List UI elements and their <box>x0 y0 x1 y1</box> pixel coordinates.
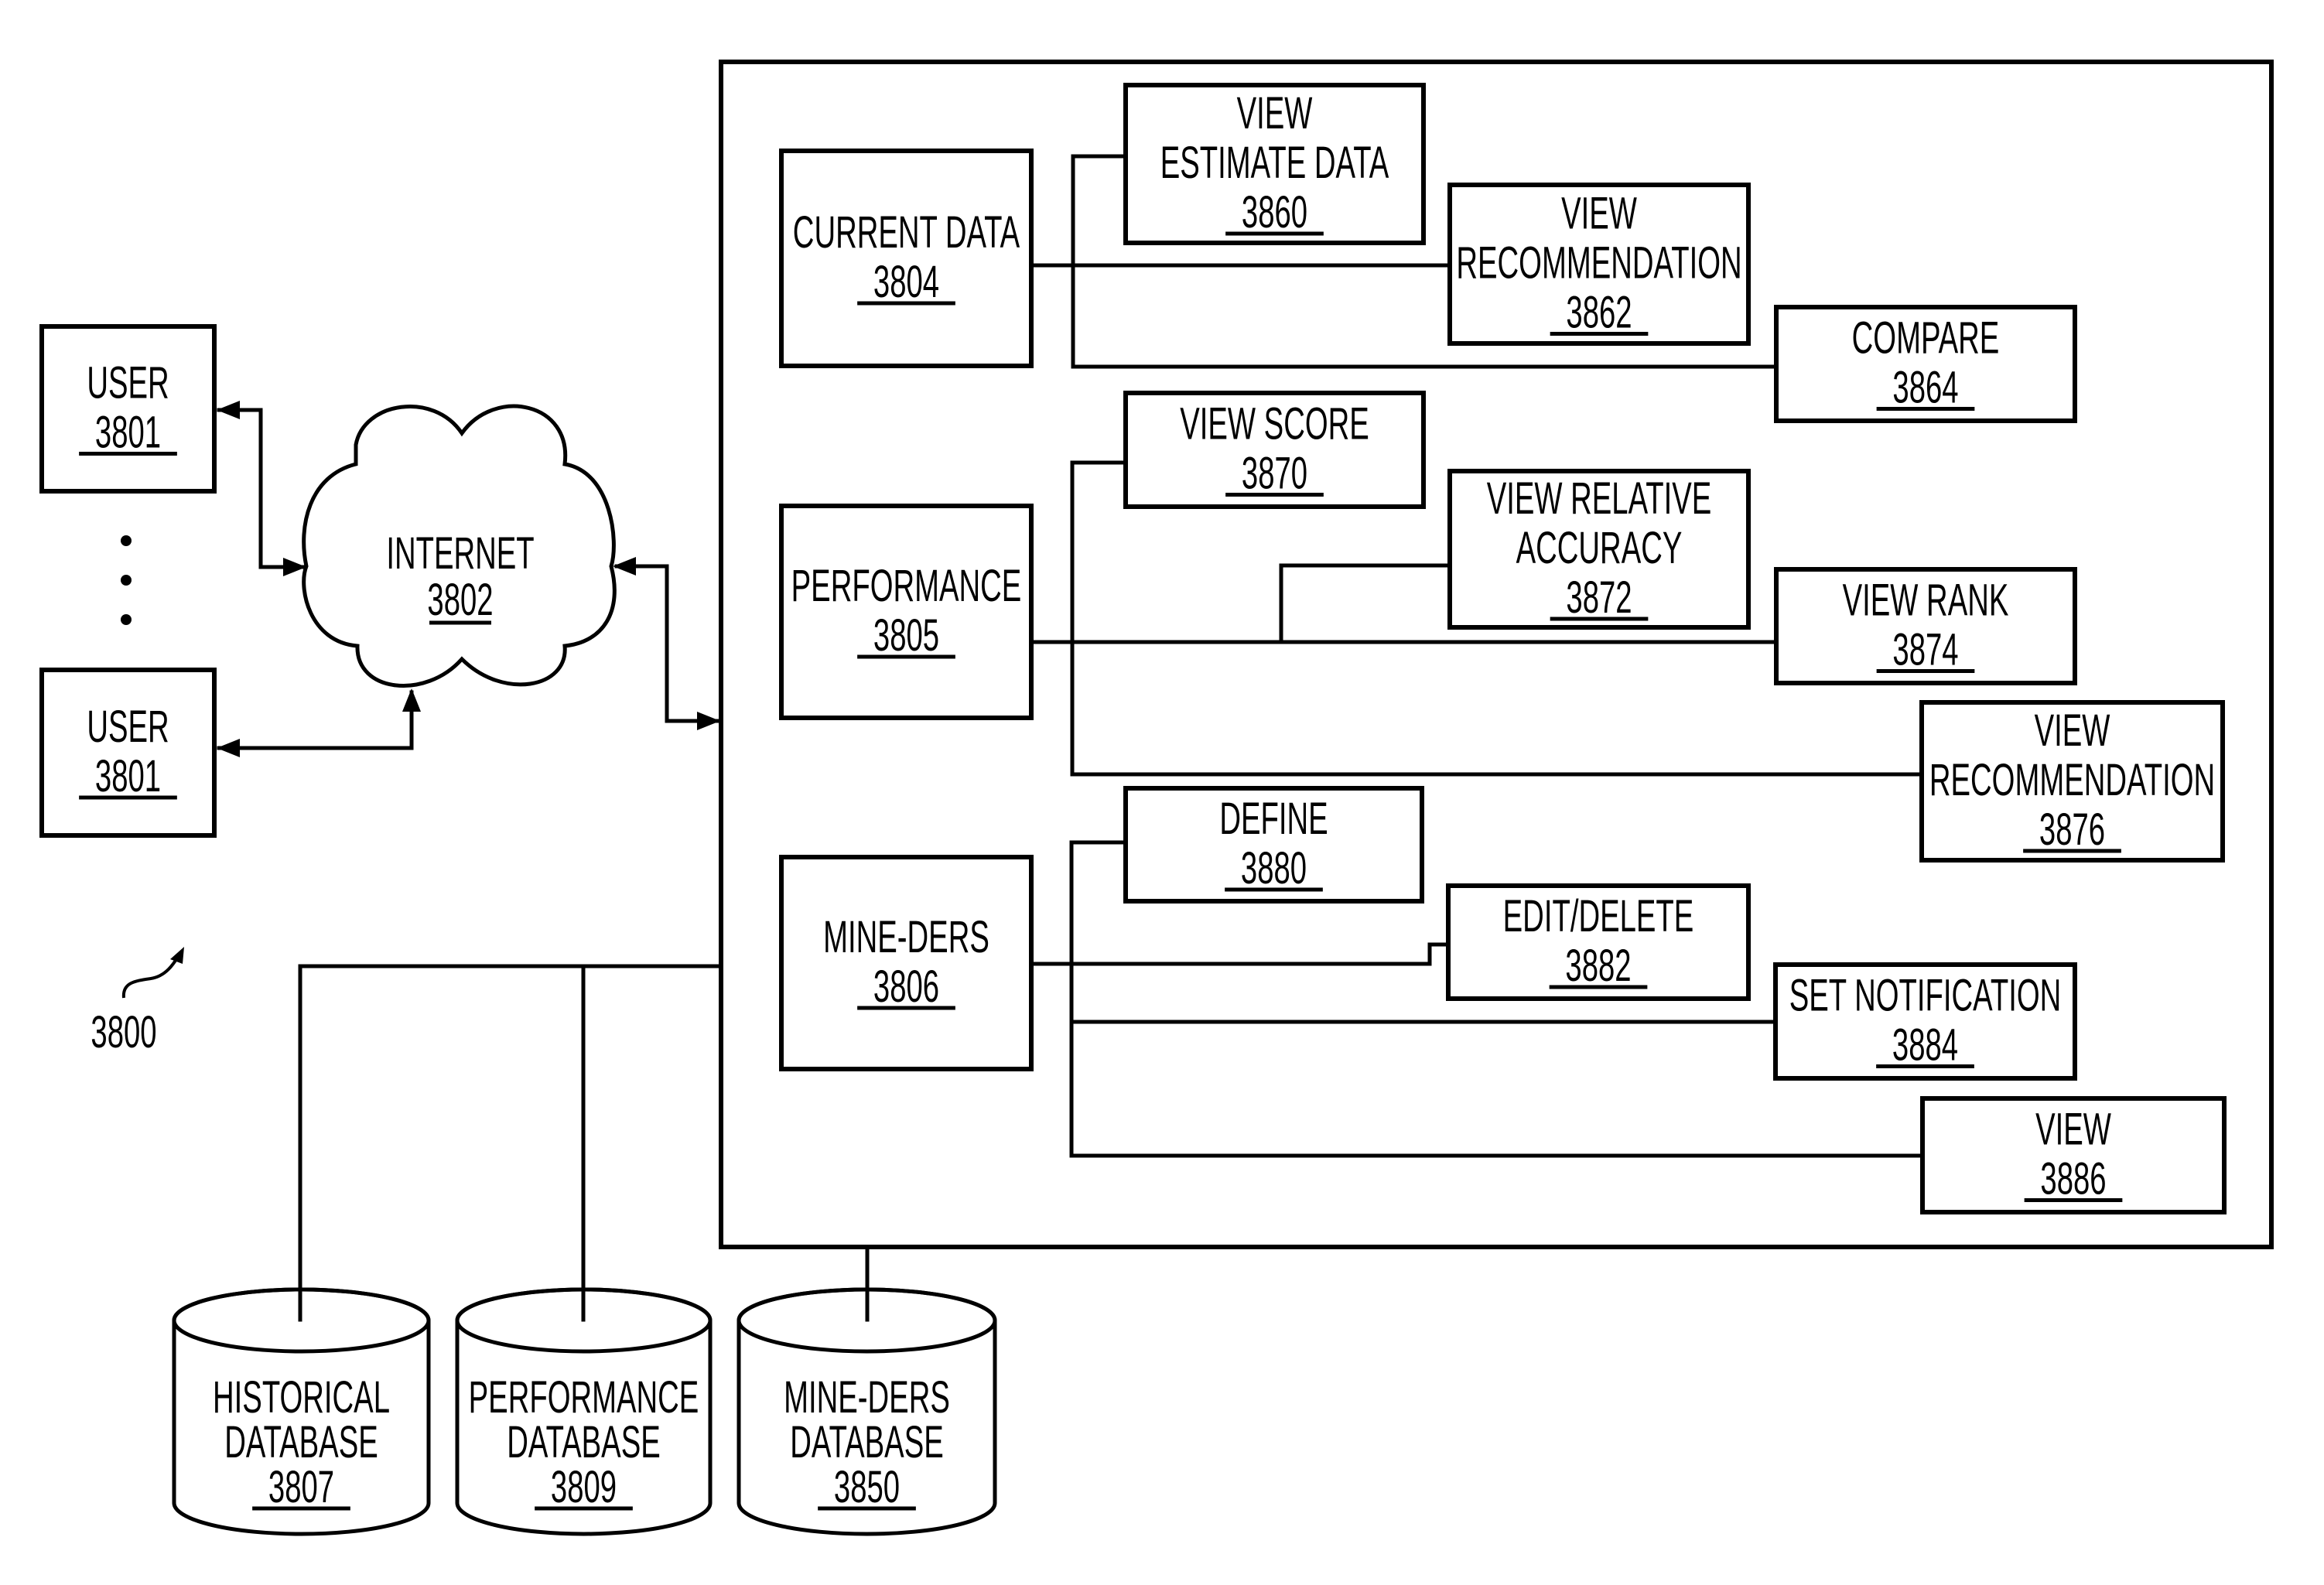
label-line: MINE-DERS <box>823 913 989 962</box>
database-mine-ders-database[interactable]: MINE-DERSDATABASE3850 <box>737 1287 997 1536</box>
reference-number: 3805 <box>873 611 939 661</box>
curly-leader-line <box>121 953 181 999</box>
link-user1-internet <box>217 408 306 569</box>
internet-cloud[interactable]: INTERNET3802 <box>302 404 617 688</box>
label-line: DATABASE <box>507 1418 660 1467</box>
label-line: VIEW <box>1561 190 1637 239</box>
reference-number: 3880 <box>1241 844 1307 893</box>
reference-number: 3809 <box>551 1463 617 1512</box>
function-define[interactable]: DEFINE3880 <box>1123 786 1424 904</box>
internet-label: INTERNET <box>386 529 534 579</box>
reference-number: 3886 <box>2040 1155 2106 1204</box>
label-line: DEFINE <box>1219 794 1328 844</box>
reference-number: 3801 <box>95 752 161 801</box>
label-line: USER <box>87 702 169 752</box>
label-line: RECOMMENDATION <box>1929 756 2215 805</box>
label-line: ACCURACY <box>1516 524 1683 573</box>
arrowhead-icon <box>170 947 184 964</box>
label-line: CURRENT DATA <box>793 208 1020 258</box>
label-line: ESTIMATE DATA <box>1160 138 1389 188</box>
module-mine-ders[interactable]: MINE-DERS3806 <box>779 855 1034 1071</box>
function-view[interactable]: VIEW3886 <box>1920 1096 2227 1214</box>
reference-number: 3870 <box>1242 449 1307 499</box>
arrowhead-right-icon <box>697 712 720 730</box>
reference-number: 3860 <box>1242 188 1307 237</box>
label-line: USER <box>87 359 169 408</box>
function-view-recommendation-3862[interactable]: VIEWRECOMMENDATION3862 <box>1447 183 1751 346</box>
arrowhead-left-icon <box>217 739 240 757</box>
function-set-notification[interactable]: SET NOTIFICATION3884 <box>1773 962 2077 1081</box>
reference-number: 3801 <box>95 408 161 458</box>
ellipsis-dot <box>121 575 132 586</box>
ellipsis-dot <box>121 614 132 625</box>
label-line: MINE-DERS <box>784 1373 950 1423</box>
label-line: VIEW <box>1237 89 1313 138</box>
function-compare[interactable]: COMPARE3864 <box>1774 305 2077 423</box>
label-line: SET NOTIFICATION <box>1789 972 2062 1021</box>
module-performance[interactable]: PERFORMANCE3805 <box>779 504 1034 720</box>
figure-reference: 3800 <box>91 947 184 1057</box>
reference-number: 3806 <box>873 962 939 1012</box>
database-performance-database[interactable]: PERFORMANCEDATABASE3809 <box>455 1287 713 1536</box>
reference-number: 3876 <box>2039 805 2105 855</box>
label-line: COMPARE <box>1852 314 2000 364</box>
reference-number: 3850 <box>834 1463 900 1512</box>
label-line: PERFORMANCE <box>469 1373 699 1423</box>
function-view-rank[interactable]: VIEW RANK3874 <box>1774 567 2077 685</box>
label-line: VIEW RANK <box>1843 576 2009 626</box>
label-line: EDIT/DELETE <box>1503 892 1694 941</box>
function-view-recommendation-3876[interactable]: VIEWRECOMMENDATION3876 <box>1919 700 2225 863</box>
label-line: VIEW RELATIVE <box>1487 474 1712 524</box>
continuation-ellipsis <box>121 535 132 625</box>
function-view-estimate-data[interactable]: VIEWESTIMATE DATA3860 <box>1123 83 1426 245</box>
label-line: PERFORMANCE <box>791 562 1022 611</box>
label-line: HISTORICAL <box>213 1373 390 1423</box>
reference-number: 3872 <box>1566 573 1632 623</box>
system-diagram: USER3801USER3801INTERNET3802CURRENT DATA… <box>39 60 2274 1536</box>
label-line: DATABASE <box>224 1418 378 1467</box>
function-view-relative-accuracy[interactable]: VIEW RELATIVEACCURACY3872 <box>1447 469 1751 630</box>
reference-number: 3802 <box>427 576 493 625</box>
ellipsis-dot <box>121 535 132 546</box>
label-line: VIEW <box>2035 706 2110 756</box>
user-box-2[interactable]: USER3801 <box>39 668 217 838</box>
reference-number: 3864 <box>1892 364 1958 413</box>
link-internet-system <box>614 564 720 723</box>
label-line: RECOMMENDATION <box>1456 239 1741 289</box>
arrowhead-up-icon <box>402 688 421 712</box>
database-bus <box>298 964 723 1322</box>
function-edit-delete[interactable]: EDIT/DELETE3882 <box>1446 883 1751 1001</box>
reference-number: 3804 <box>873 258 939 307</box>
reference-number: 3807 <box>268 1463 334 1512</box>
figure-number: 3800 <box>91 1008 156 1057</box>
link-user2-internet <box>217 690 414 750</box>
label-line: VIEW SCORE <box>1180 400 1369 449</box>
module-current-data[interactable]: CURRENT DATA3804 <box>779 149 1034 368</box>
arrowhead-left-icon <box>613 557 636 576</box>
function-view-score[interactable]: VIEW SCORE3870 <box>1123 391 1426 509</box>
arrowhead-left-icon <box>217 401 240 419</box>
database-historical-database[interactable]: HISTORICALDATABASE3807 <box>172 1287 431 1536</box>
label-line: VIEW <box>2035 1105 2111 1155</box>
reference-number: 3884 <box>1892 1021 1958 1071</box>
user-box-1[interactable]: USER3801 <box>39 324 217 494</box>
reference-number: 3882 <box>1565 941 1631 991</box>
reference-number: 3862 <box>1566 289 1632 338</box>
reference-number: 3874 <box>1892 626 1958 675</box>
label-line: DATABASE <box>790 1418 943 1467</box>
